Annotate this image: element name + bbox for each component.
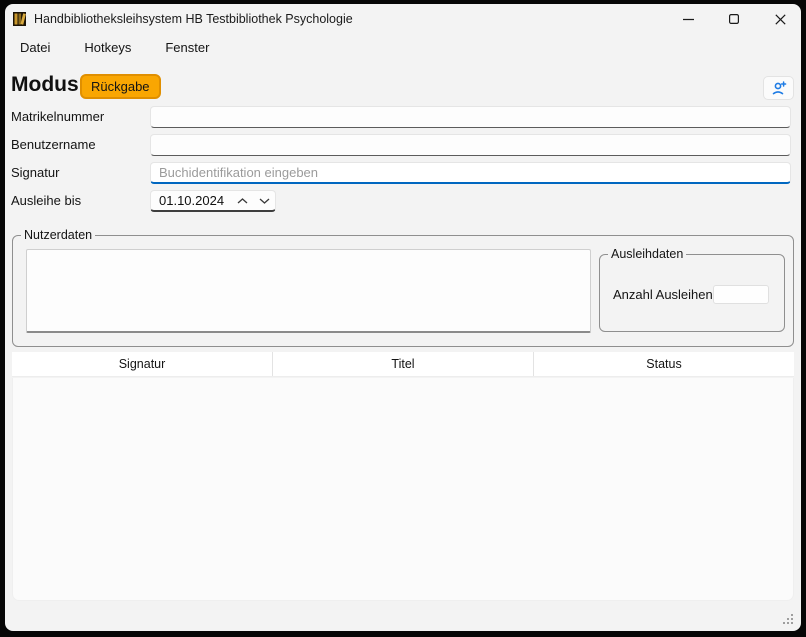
- ausleihe-bis-date-spinner[interactable]: 01.10.2024: [150, 190, 276, 212]
- mode-badge[interactable]: Rückgabe: [80, 74, 161, 99]
- add-user-button[interactable]: [763, 76, 794, 100]
- table-header: Signatur Titel Status: [12, 352, 794, 377]
- table-body-empty: [12, 378, 794, 601]
- anzahl-ausleihen-input[interactable]: [713, 285, 769, 304]
- ausleihe-bis-value[interactable]: 01.10.2024: [151, 193, 231, 208]
- close-button[interactable]: [760, 4, 800, 34]
- nutzerdaten-groupbox-title: Nutzerdaten: [21, 228, 95, 242]
- maximize-button[interactable]: [714, 4, 754, 34]
- minimize-icon: [683, 14, 694, 25]
- app-window: Handbibliotheksleihsystem HB Testbibliot…: [5, 4, 801, 631]
- chevron-down-icon: [259, 198, 270, 204]
- nutzerdaten-groupbox: Nutzerdaten Ausleihdaten Anzahl Ausleihe…: [12, 235, 794, 347]
- table-column-titel[interactable]: Titel: [273, 352, 534, 376]
- maximize-icon: [729, 14, 739, 24]
- benutzername-label: Benutzername: [11, 134, 96, 156]
- spinner-up-button[interactable]: [231, 191, 253, 210]
- signatur-input[interactable]: [150, 162, 791, 184]
- chevron-up-icon: [237, 198, 248, 204]
- window-title: Handbibliotheksleihsystem HB Testbibliot…: [34, 4, 353, 34]
- menu-item-datei[interactable]: Datei: [18, 36, 52, 60]
- ausleihdaten-groupbox: Ausleihdaten Anzahl Ausleihen: [599, 254, 785, 332]
- ausleihdaten-groupbox-title: Ausleihdaten: [608, 247, 686, 261]
- benutzername-input[interactable]: [150, 134, 791, 156]
- anzahl-ausleihen-label: Anzahl Ausleihen: [613, 287, 713, 302]
- menu-item-fenster[interactable]: Fenster: [163, 36, 211, 60]
- table-column-status[interactable]: Status: [534, 352, 794, 376]
- books-icon: [12, 11, 28, 27]
- signatur-label: Signatur: [11, 162, 59, 184]
- matrikelnummer-input[interactable]: [150, 106, 791, 128]
- minimize-button[interactable]: [668, 4, 708, 34]
- matrikelnummer-label: Matrikelnummer: [11, 106, 104, 128]
- spinner-down-button[interactable]: [253, 191, 275, 210]
- menubar: Datei Hotkeys Fenster: [18, 36, 211, 60]
- menu-item-hotkeys[interactable]: Hotkeys: [82, 36, 133, 60]
- ausleihe-bis-label: Ausleihe bis: [11, 190, 81, 212]
- close-icon: [775, 14, 786, 25]
- resize-grip-icon[interactable]: [780, 611, 794, 625]
- mode-heading: Modus: [11, 73, 79, 97]
- table-column-signatur[interactable]: Signatur: [12, 352, 273, 376]
- person-add-icon: [771, 81, 787, 96]
- titlebar: Handbibliotheksleihsystem HB Testbibliot…: [5, 4, 801, 34]
- nutzerdaten-textarea[interactable]: [26, 249, 591, 333]
